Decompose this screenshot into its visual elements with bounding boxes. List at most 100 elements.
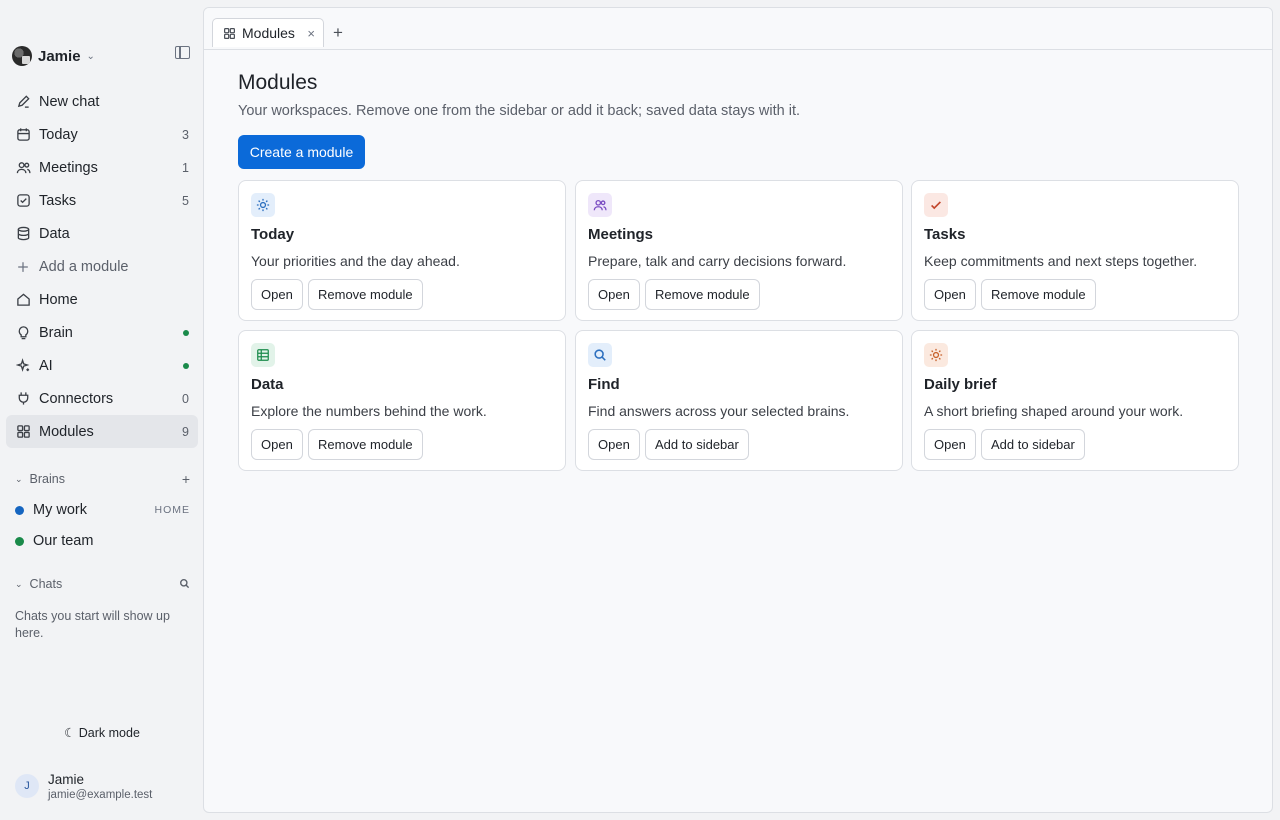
plus-icon bbox=[15, 259, 31, 275]
add-to-sidebar-button[interactable]: Add to sidebar bbox=[981, 429, 1085, 460]
remove-module-button[interactable]: Remove module bbox=[645, 279, 760, 310]
close-icon[interactable]: × bbox=[307, 26, 315, 41]
account-avatar bbox=[12, 46, 32, 66]
sidebar-item-connectors[interactable]: Connectors 0 bbox=[6, 382, 198, 415]
lightbulb-icon bbox=[15, 325, 31, 341]
sidebar-item-label: Add a module bbox=[39, 258, 129, 275]
sun-icon bbox=[251, 193, 275, 217]
account-name: Jamie bbox=[38, 47, 81, 65]
open-module-button[interactable]: Open bbox=[924, 279, 976, 310]
module-title: Daily brief bbox=[924, 376, 997, 393]
chevron-down-icon: ⌄ bbox=[15, 473, 23, 484]
remove-module-button[interactable]: Remove module bbox=[308, 429, 423, 460]
module-title: Tasks bbox=[924, 226, 966, 243]
status-dot bbox=[183, 329, 189, 336]
tab-bar: Modules × + bbox=[204, 8, 1272, 50]
status-dot bbox=[183, 362, 189, 369]
brain-item-label: Our team bbox=[33, 533, 94, 549]
module-card-today: Today Your priorities and the day ahead.… bbox=[238, 180, 566, 321]
people-icon bbox=[15, 160, 31, 176]
pencil-icon bbox=[15, 94, 31, 110]
database-icon bbox=[15, 226, 31, 242]
sidebar-item-label: Modules bbox=[39, 423, 94, 440]
module-title: Data bbox=[251, 376, 284, 393]
sidebar-item-today[interactable]: Today 3 bbox=[6, 118, 198, 151]
sidebar-item-add-module[interactable]: Add a module bbox=[6, 250, 198, 283]
module-title: Today bbox=[251, 226, 295, 243]
check-icon bbox=[924, 193, 948, 217]
chats-section-title: Chats bbox=[29, 577, 63, 591]
user-name: Jamie bbox=[48, 771, 85, 787]
open-module-button[interactable]: Open bbox=[924, 429, 976, 460]
sidebar-item-count: 0 bbox=[182, 391, 189, 406]
remove-module-button[interactable]: Remove module bbox=[308, 279, 423, 310]
sidebar-item-new-chat[interactable]: New chat bbox=[6, 85, 198, 118]
open-module-button[interactable]: Open bbox=[251, 429, 303, 460]
home-icon bbox=[15, 292, 31, 308]
remove-module-button[interactable]: Remove module bbox=[981, 279, 1096, 310]
grid-icon bbox=[223, 27, 236, 40]
grid-icon bbox=[15, 424, 31, 440]
chevron-down-icon: ⌄ bbox=[15, 578, 23, 589]
create-module-button[interactable]: Create a module bbox=[238, 135, 365, 169]
check-square-icon bbox=[15, 193, 31, 209]
sidebar-item-meetings[interactable]: Meetings 1 bbox=[6, 151, 198, 184]
sidebar-item-count: 1 bbox=[182, 160, 189, 175]
sidebar-item-count: 5 bbox=[182, 193, 189, 208]
module-card-meetings: Meetings Prepare, talk and carry decisio… bbox=[575, 180, 903, 321]
module-title: Meetings bbox=[588, 226, 654, 243]
module-description: Your priorities and the day ahead. bbox=[251, 253, 460, 269]
new-tab-button[interactable]: + bbox=[333, 23, 343, 43]
main-panel: Modules × + Modules Your workspaces. Rem… bbox=[203, 7, 1273, 813]
add-brain-icon[interactable]: + bbox=[182, 471, 190, 487]
module-description: Explore the numbers behind the work. bbox=[251, 403, 487, 419]
sidebar-toggle-icon[interactable] bbox=[175, 46, 190, 59]
module-description: Prepare, talk and carry decisions forwar… bbox=[588, 253, 847, 269]
sidebar-item-count: 9 bbox=[182, 424, 189, 439]
open-module-button[interactable]: Open bbox=[588, 279, 640, 310]
page-title: Modules bbox=[238, 71, 318, 94]
module-card-data: Data Explore the numbers behind the work… bbox=[238, 330, 566, 471]
module-description: A short briefing shaped around your work… bbox=[924, 403, 1184, 419]
plug-icon bbox=[15, 391, 31, 407]
sidebar-item-ai[interactable]: AI bbox=[6, 349, 198, 382]
sidebar-item-label: AI bbox=[39, 357, 53, 374]
sidebar-item-label: Data bbox=[39, 225, 70, 242]
brains-section-header[interactable]: ⌄ Brains + bbox=[15, 471, 190, 487]
sidebar-item-label: Brain bbox=[39, 324, 73, 341]
module-title: Find bbox=[588, 376, 620, 393]
sidebar-item-label: Home bbox=[39, 291, 78, 308]
sidebar-item-brain[interactable]: Brain bbox=[6, 316, 198, 349]
tab-modules[interactable]: Modules × bbox=[212, 18, 324, 47]
open-module-button[interactable]: Open bbox=[588, 429, 640, 460]
open-module-button[interactable]: Open bbox=[251, 279, 303, 310]
search-chats-icon[interactable] bbox=[179, 576, 190, 592]
user-profile[interactable]: J Jamie jamie@example.test bbox=[15, 769, 195, 803]
brain-home-tag: HOME bbox=[154, 504, 190, 516]
page-subtitle: Your workspaces. Remove one from the sid… bbox=[238, 103, 801, 119]
dark-mode-label: Dark mode bbox=[78, 726, 140, 740]
avatar: J bbox=[15, 774, 39, 798]
module-card-daily-brief: Daily brief A short briefing shaped arou… bbox=[911, 330, 1239, 471]
brain-item-our-team[interactable]: Our team bbox=[15, 530, 190, 552]
account-switcher[interactable]: Jamie ⌄ bbox=[12, 45, 95, 67]
chats-section-header[interactable]: ⌄ Chats bbox=[15, 576, 190, 592]
chats-empty-text: Chats you start will show up here. bbox=[15, 609, 170, 640]
sidebar-nav: New chat Today 3 Meetings 1 Tasks 5 Data… bbox=[6, 85, 198, 448]
add-to-sidebar-button[interactable]: Add to sidebar bbox=[645, 429, 749, 460]
sidebar-item-home[interactable]: Home bbox=[6, 283, 198, 316]
dark-mode-toggle[interactable]: ☾ Dark mode bbox=[0, 725, 204, 740]
table-icon bbox=[251, 343, 275, 367]
search-icon bbox=[588, 343, 612, 367]
sidebar-item-label: Today bbox=[39, 126, 78, 143]
user-email: jamie@example.test bbox=[48, 788, 153, 801]
brain-item-my-work[interactable]: My work HOME bbox=[15, 499, 190, 521]
chevron-down-icon: ⌄ bbox=[86, 50, 95, 62]
brains-section-title: Brains bbox=[29, 472, 65, 486]
brain-color-dot bbox=[15, 505, 24, 515]
module-description: Find answers across your selected brains… bbox=[588, 403, 850, 419]
sidebar-item-tasks[interactable]: Tasks 5 bbox=[6, 184, 198, 217]
sparkle-icon bbox=[15, 358, 31, 374]
sidebar-item-data[interactable]: Data bbox=[6, 217, 198, 250]
sidebar-item-modules[interactable]: Modules 9 bbox=[6, 415, 198, 448]
